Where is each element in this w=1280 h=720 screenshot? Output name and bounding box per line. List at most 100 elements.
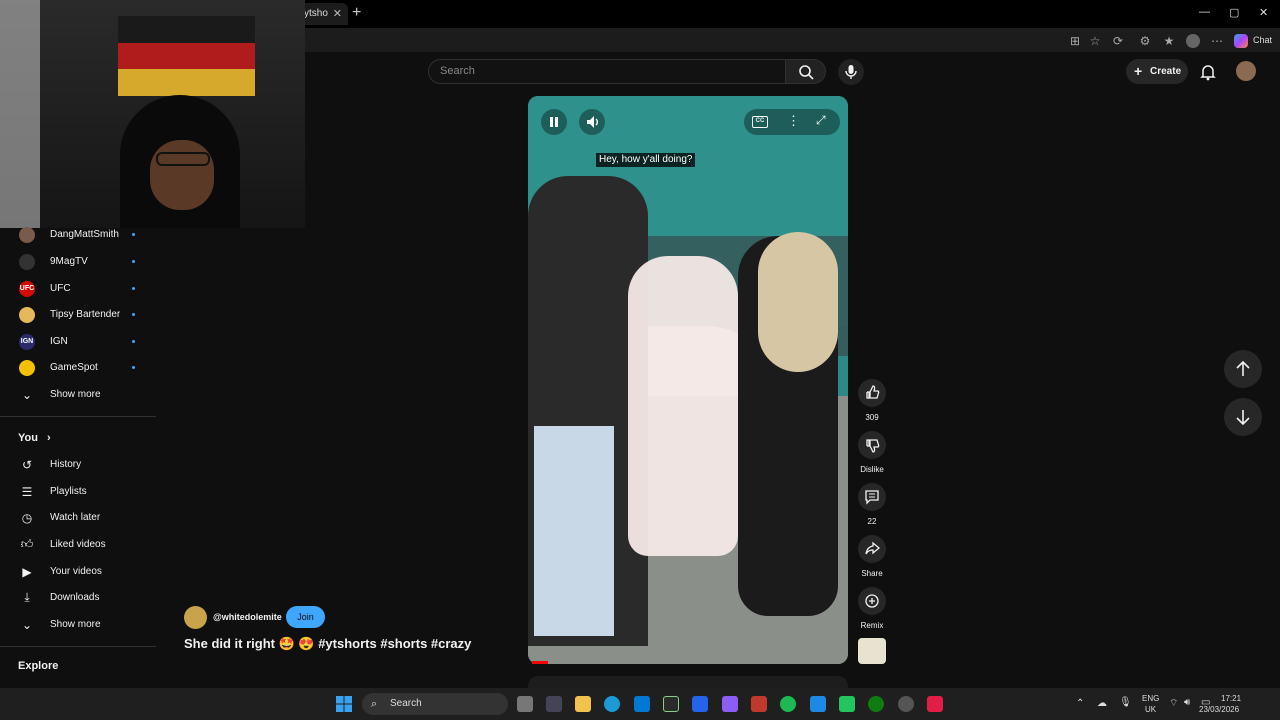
mail-icon[interactable] — [810, 696, 826, 712]
channel-name: IGN — [50, 336, 68, 347]
clock-time[interactable]: 17:21 — [1221, 694, 1241, 703]
copilot-label[interactable]: Chat — [1253, 35, 1272, 45]
browser-tab[interactable]: ytsho ✕ — [300, 3, 348, 25]
browser-profile-icon[interactable] — [1186, 34, 1200, 48]
previous-short-button[interactable] — [1224, 350, 1262, 388]
game-app-icon[interactable] — [839, 696, 855, 712]
speaker-icon[interactable]: 🔊︎ — [1184, 697, 1190, 708]
next-short-button[interactable] — [1224, 398, 1262, 436]
downloads-icon: ⤓ — [24, 590, 30, 604]
new-tab-button[interactable]: + — [352, 4, 361, 22]
search-input[interactable]: Search — [428, 59, 786, 84]
sidebar-item-liked-videos[interactable]: 👍︎ Liked videos — [0, 531, 156, 558]
playlists-icon: ☰ — [21, 484, 33, 499]
shorts-video-player[interactable] — [528, 96, 848, 664]
show-more-you[interactable]: ⌄ Show more — [0, 611, 156, 638]
channel-avatar — [19, 253, 35, 270]
sidebar-item-playlists[interactable]: ☰ Playlists — [0, 478, 156, 505]
edge-browser-icon[interactable] — [604, 696, 620, 712]
taskbar-search[interactable]: ⌕ Search — [362, 693, 508, 715]
store-icon[interactable] — [634, 696, 650, 712]
share-button[interactable] — [858, 535, 886, 563]
video-progress-bar[interactable] — [532, 661, 548, 664]
audio-thumbnail[interactable] — [858, 638, 886, 664]
sidebar-item-label: Liked videos — [50, 539, 106, 550]
wall-flag — [118, 16, 255, 96]
channel-avatar[interactable] — [184, 606, 207, 629]
sidebar-item-subscription[interactable]: Tipsy Bartender — [0, 301, 156, 328]
favorite-icon[interactable]: ☆ — [1088, 34, 1102, 48]
plus-icon: + — [1134, 63, 1143, 79]
sidebar-item-subscription[interactable]: 9MagTV — [0, 248, 156, 275]
sidebar-item-your-videos[interactable]: ▶ Your videos — [0, 558, 156, 585]
notifications-button[interactable] — [1198, 62, 1218, 82]
create-button[interactable]: + Create — [1126, 59, 1188, 84]
sidebar-item-label: Playlists — [50, 486, 87, 497]
mic-tray-icon[interactable]: 🎙︎ — [1119, 697, 1132, 708]
file-explorer-icon[interactable] — [575, 696, 591, 712]
background-cloth — [0, 0, 40, 228]
show-more-subscriptions[interactable]: ⌄ Show more — [0, 381, 156, 408]
minimize-button[interactable]: — — [1199, 6, 1210, 18]
sidebar-item-subscription[interactable]: IGN IGN — [0, 328, 156, 355]
sidebar-item-subscription[interactable]: GameSpot — [0, 354, 156, 381]
sidebar-item-history[interactable]: ↺ History — [0, 451, 156, 478]
video-title[interactable]: She did it right 🤩 😍 #ytshorts #shorts #… — [184, 636, 471, 652]
bell-icon — [1200, 65, 1216, 81]
copilot-icon[interactable] — [1234, 34, 1248, 48]
chevron-up-icon[interactable]: ⌃ — [1076, 698, 1084, 709]
browser-menu-icon[interactable]: ⋯ — [1210, 34, 1224, 48]
divider — [0, 416, 156, 417]
like-button[interactable] — [858, 379, 886, 407]
arrow-up-icon — [1236, 360, 1250, 376]
favorites-bar-icon[interactable]: ★ — [1162, 34, 1176, 48]
volume-button[interactable] — [579, 109, 605, 135]
app-available-icon[interactable]: ⊞ — [1068, 34, 1082, 48]
channel-avatar: UFC — [19, 280, 35, 297]
video-frame-jeans — [534, 426, 614, 636]
xbox-icon[interactable] — [663, 696, 679, 712]
channel-handle[interactable]: @whitedolemite — [213, 612, 282, 622]
windows-start-icon[interactable] — [336, 696, 352, 712]
watch-later-icon: ◷ — [21, 510, 33, 525]
more-options-icon[interactable]: ⋮ — [787, 113, 800, 129]
extensions-icon[interactable]: ⟳ — [1111, 34, 1125, 48]
thumbs-up-icon — [866, 385, 880, 399]
voice-search-button[interactable] — [838, 59, 864, 85]
history-icon: ↺ — [21, 457, 33, 472]
sidebar-item-subscription[interactable]: UFC UFC — [0, 275, 156, 302]
dislike-button[interactable] — [858, 431, 886, 459]
tab-close-icon[interactable]: ✕ — [333, 3, 342, 25]
volume-icon — [587, 116, 598, 128]
you-heading[interactable]: You › — [18, 432, 51, 444]
es-app-icon[interactable] — [751, 696, 767, 712]
cloud-icon[interactable]: ☁ — [1097, 698, 1107, 709]
your-videos-icon: ▶ — [22, 564, 32, 579]
language-indicator[interactable]: ENG — [1142, 694, 1159, 703]
search-button[interactable] — [786, 59, 826, 84]
remix-button[interactable] — [858, 587, 886, 615]
editor-app-icon[interactable] — [722, 696, 738, 712]
settings-app-icon[interactable] — [898, 696, 914, 712]
sidebar-item-watch-later[interactable]: ◷ Watch later — [0, 504, 156, 531]
spotify-icon[interactable] — [780, 696, 796, 712]
next-short-preview[interactable] — [528, 676, 848, 688]
sidebar-item-downloads[interactable]: ⤓ Downloads — [0, 584, 156, 611]
join-button[interactable]: Join — [286, 606, 325, 628]
xbox-app-icon[interactable] — [868, 696, 884, 712]
fullscreen-icon[interactable]: ⤢ — [816, 113, 826, 128]
pause-button[interactable] — [541, 109, 567, 135]
photoshop-icon[interactable] — [692, 696, 708, 712]
collections-icon[interactable]: ⚙ — [1138, 34, 1152, 48]
wifi-icon[interactable]: ⌔ — [1169, 697, 1178, 710]
recorder-app-icon[interactable] — [927, 696, 943, 712]
comments-button[interactable] — [858, 483, 886, 511]
close-window-button[interactable]: ✕ — [1259, 6, 1268, 19]
task-view-icon[interactable] — [517, 696, 533, 712]
avatar[interactable] — [1236, 61, 1256, 81]
maximize-button[interactable]: ▢ — [1229, 6, 1239, 19]
app-icon[interactable] — [546, 696, 562, 712]
sidebar-item-label: Watch later — [50, 512, 101, 523]
sidebar-item-subscription[interactable]: DangMattSmith — [0, 221, 156, 248]
captions-button[interactable]: CC — [752, 116, 768, 128]
